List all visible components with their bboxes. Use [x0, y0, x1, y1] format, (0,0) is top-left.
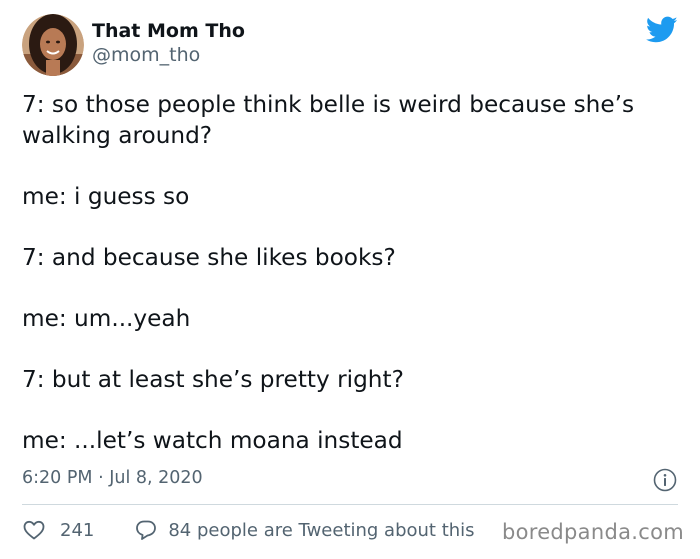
comment-bubble-icon: [136, 520, 157, 540]
tweet-line: 7: but at least she’s pretty right?: [22, 365, 404, 393]
tweet-line: me: ...let’s watch moana instead: [22, 426, 403, 454]
twitter-bird-icon[interactable]: [646, 16, 678, 44]
tweet-actions: 241 84 people are Tweeting about this: [22, 518, 475, 542]
info-icon[interactable]: [653, 468, 677, 492]
tweet-line: me: um...yeah: [22, 304, 191, 332]
tweet-card: That Mom Tho @mom_tho 7: so those people…: [0, 0, 700, 559]
like-button[interactable]: 241: [22, 518, 94, 542]
tweet-line: 7: so those people think belle is weird …: [22, 91, 642, 149]
heart-icon: [23, 520, 45, 540]
tweet-line: 7: and because she likes books?: [22, 243, 396, 271]
divider: [22, 504, 678, 505]
avatar[interactable]: [22, 14, 84, 76]
author-display-name[interactable]: That Mom Tho: [92, 19, 245, 43]
author-names: That Mom Tho @mom_tho: [92, 20, 245, 67]
author-handle[interactable]: @mom_tho: [92, 43, 245, 67]
tweet-timestamp[interactable]: 6:20 PM · Jul 8, 2020: [22, 466, 203, 490]
like-count: 241: [60, 519, 95, 541]
conversation-label: 84 people are Tweeting about this: [168, 519, 475, 541]
watermark: boredpanda.com: [501, 520, 684, 544]
tweet-line: me: i guess so: [22, 182, 190, 210]
conversation-button[interactable]: 84 people are Tweeting about this: [134, 518, 475, 542]
tweet-header: That Mom Tho @mom_tho: [22, 14, 245, 76]
tweet-text: 7: so those people think belle is weird …: [22, 90, 682, 487]
